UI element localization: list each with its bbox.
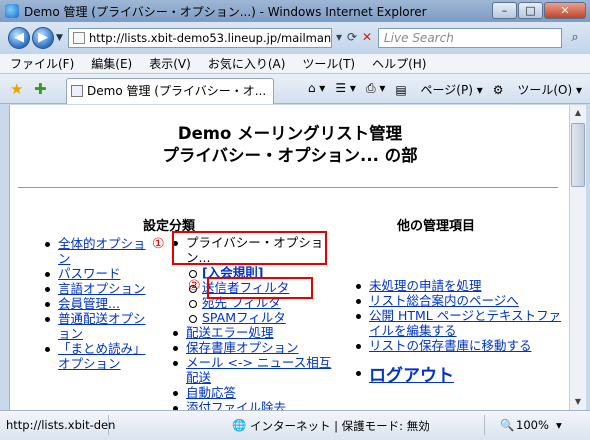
list-item: リストの保存書庫に移動する [353, 338, 563, 353]
link-digest-options[interactable]: 「まとめ読み」オプション [58, 341, 146, 371]
feeds-icon[interactable]: ☰ ▾ [335, 81, 356, 98]
tab-demo-admin[interactable]: Demo 管理 (プライバシー・オ... [66, 78, 274, 104]
search-input[interactable]: Live Search [378, 28, 562, 48]
scroll-down-icon[interactable]: ▼ [570, 394, 586, 410]
tools-menu-label: ツール(O) [517, 83, 573, 97]
window-controls: – □ ✕ [491, 2, 586, 19]
address-input[interactable]: http://lists.xbit-demo53.lineup.jp/mailm… [68, 28, 332, 48]
list-item: 言語オプション [42, 281, 152, 296]
link-non-digest-options[interactable]: 普通配送オプション [58, 311, 146, 341]
link-pending-requests[interactable]: 未処理の申請を処理 [369, 278, 482, 293]
menu-view[interactable]: 表示(V) [149, 55, 191, 72]
link-archive-options[interactable]: 保存書庫オプション [186, 340, 299, 355]
status-url: http://lists.xbit-den [6, 418, 116, 432]
settings-list-left: 全体的オプション パスワード 言語オプション 会員管理... 普通配送オプション… [42, 236, 152, 371]
link-spam-filters[interactable]: SPAMフィルタ [202, 310, 286, 325]
list-item: 自動応答 [170, 385, 340, 400]
back-button[interactable]: ◀ [8, 27, 30, 49]
menu-edit[interactable]: 編集(E) [91, 55, 132, 72]
command-bar: ⌂ ▾ ☰ ▾ ⎙ ▾ ▤ ページ(P) ▾ ⚙ ツール(O) ▾ [298, 81, 582, 98]
list-item: SPAMフィルタ [186, 310, 340, 325]
link-membership[interactable]: 会員管理... [58, 296, 120, 311]
scroll-thumb[interactable] [571, 123, 585, 187]
status-separator [108, 415, 109, 435]
minimize-button[interactable]: – [492, 2, 517, 19]
annotation-number-1: ① [152, 236, 165, 252]
page-title: Demo メーリングリスト管理 プライバシー・オプション... の部 [10, 123, 569, 167]
menu-favorites[interactable]: お気に入り(A) [208, 55, 286, 72]
internet-zone-icon: 🌐 [232, 418, 247, 432]
list-item: メール <-> ニュース相互配送 [170, 355, 340, 385]
zoom-icon: 🔍 [500, 418, 515, 432]
home-icon[interactable]: ⌂ ▾ [308, 81, 325, 98]
link-autoresponder[interactable]: 自動応答 [186, 385, 236, 400]
zoom-level[interactable]: 100% [516, 418, 549, 432]
page-title-line2: プライバシー・オプション... の部 [162, 146, 418, 165]
list-item: 公開 HTML ページとテキストファイルを編集する [353, 308, 563, 338]
menu-bar: ファイル(F) 編集(E) 表示(V) お気に入り(A) ツール(T) ヘルプ(… [0, 54, 590, 74]
link-mail-news-gateway[interactable]: メール <-> ニュース相互配送 [186, 355, 331, 385]
maximize-button[interactable]: □ [518, 2, 543, 19]
status-separator [484, 415, 485, 435]
forward-button[interactable]: ▶ [32, 27, 54, 49]
link-go-to-archive[interactable]: リストの保存書庫に移動する [369, 338, 532, 353]
address-url: http://lists.xbit-demo53.lineup.jp/mailm… [89, 31, 332, 45]
annotation-number-2: ② [188, 278, 201, 294]
refresh-icon[interactable]: ⟳ [347, 30, 357, 44]
window-title: Demo 管理 (プライバシー・オプション...) - Windows Inte… [24, 4, 427, 19]
annotation-box-1 [172, 231, 327, 265]
address-row: ◀ ▶ ▼ http://lists.xbit-demo53.lineup.jp… [0, 22, 590, 54]
favorites-star-icon[interactable]: ★ [10, 80, 23, 98]
link-password[interactable]: パスワード [58, 266, 121, 281]
list-item: ログアウト [353, 365, 563, 387]
list-item: リスト総合案内のページへ [353, 293, 563, 308]
vertical-scrollbar[interactable]: ▲ ▼ [569, 105, 586, 410]
link-edit-html[interactable]: 公開 HTML ページとテキストファイルを編集する [369, 308, 561, 338]
link-bounce-processing[interactable]: 配送エラー処理 [186, 325, 274, 340]
menu-tools[interactable]: ツール(T) [302, 55, 355, 72]
menu-help[interactable]: ヘルプ(H) [372, 55, 426, 72]
page-content: Demo メーリングリスト管理 プライバシー・オプション... の部 設定分類 … [9, 105, 569, 410]
security-zone[interactable]: インターネット | 保護モード: 無効 [250, 418, 430, 434]
link-content-filtering[interactable]: 添付ファイル除去 [186, 400, 286, 410]
scroll-up-icon[interactable]: ▲ [570, 105, 586, 121]
title-bar: Demo 管理 (プライバシー・オプション...) - Windows Inte… [0, 0, 590, 22]
print-icon[interactable]: ⎙ ▾ [366, 81, 385, 98]
list-item: 配送エラー処理 [170, 325, 340, 340]
list-item: 「まとめ読み」オプション [42, 341, 152, 371]
page-icon [73, 32, 85, 44]
zoom-dropdown-icon[interactable]: ▾ [556, 418, 562, 432]
other-heading: 他の管理項目 [397, 219, 476, 234]
list-item: 会員管理... [42, 296, 152, 311]
history-dropdown-icon[interactable]: ▼ [56, 33, 63, 43]
link-language-options[interactable]: 言語オプション [58, 281, 146, 296]
add-favorite-icon[interactable]: ✚ [34, 80, 47, 98]
logout-link[interactable]: ログアウト [369, 366, 454, 386]
list-item: 普通配送オプション [42, 311, 152, 341]
tab-row: ★ ✚ Demo 管理 (プライバシー・オ... ⌂ ▾ ☰ ▾ ⎙ ▾ ▤ ペ… [0, 74, 590, 104]
other-admin-list: 未処理の申請を処理 リスト総合案内のページへ 公開 HTML ページとテキストフ… [353, 278, 563, 387]
page-menu-button[interactable]: ▤ ページ(P) ▾ [395, 81, 482, 98]
list-item: 保存書庫オプション [170, 340, 340, 355]
divider [18, 187, 558, 188]
address-dropdown-icon[interactable]: ▾ [336, 30, 342, 44]
search-icon[interactable]: ⌕ [565, 28, 585, 48]
link-general-options[interactable]: 全体的オプション [58, 236, 146, 266]
page-menu-label: ページ(P) [420, 83, 473, 97]
list-item: パスワード [42, 266, 152, 281]
status-bar: http://lists.xbit-den 🌐 インターネット | 保護モード:… [0, 410, 590, 440]
tab-label: Demo 管理 (プライバシー・オ... [87, 84, 267, 98]
tools-menu-button[interactable]: ⚙ ツール(O) ▾ [493, 81, 582, 98]
ie-icon [5, 4, 19, 18]
menu-file[interactable]: ファイル(F) [10, 55, 74, 72]
list-item: 未処理の申請を処理 [353, 278, 563, 293]
list-item: 全体的オプション [42, 236, 152, 266]
link-list-info-page[interactable]: リスト総合案内のページへ [369, 293, 519, 308]
page-title-line1: Demo メーリングリスト管理 [177, 124, 403, 143]
tab-page-icon [71, 85, 83, 97]
close-button[interactable]: ✕ [544, 2, 586, 19]
annotation-box-2 [207, 277, 313, 299]
stop-icon[interactable]: ✕ [362, 30, 372, 44]
list-item: 添付ファイル除去 [170, 400, 340, 410]
